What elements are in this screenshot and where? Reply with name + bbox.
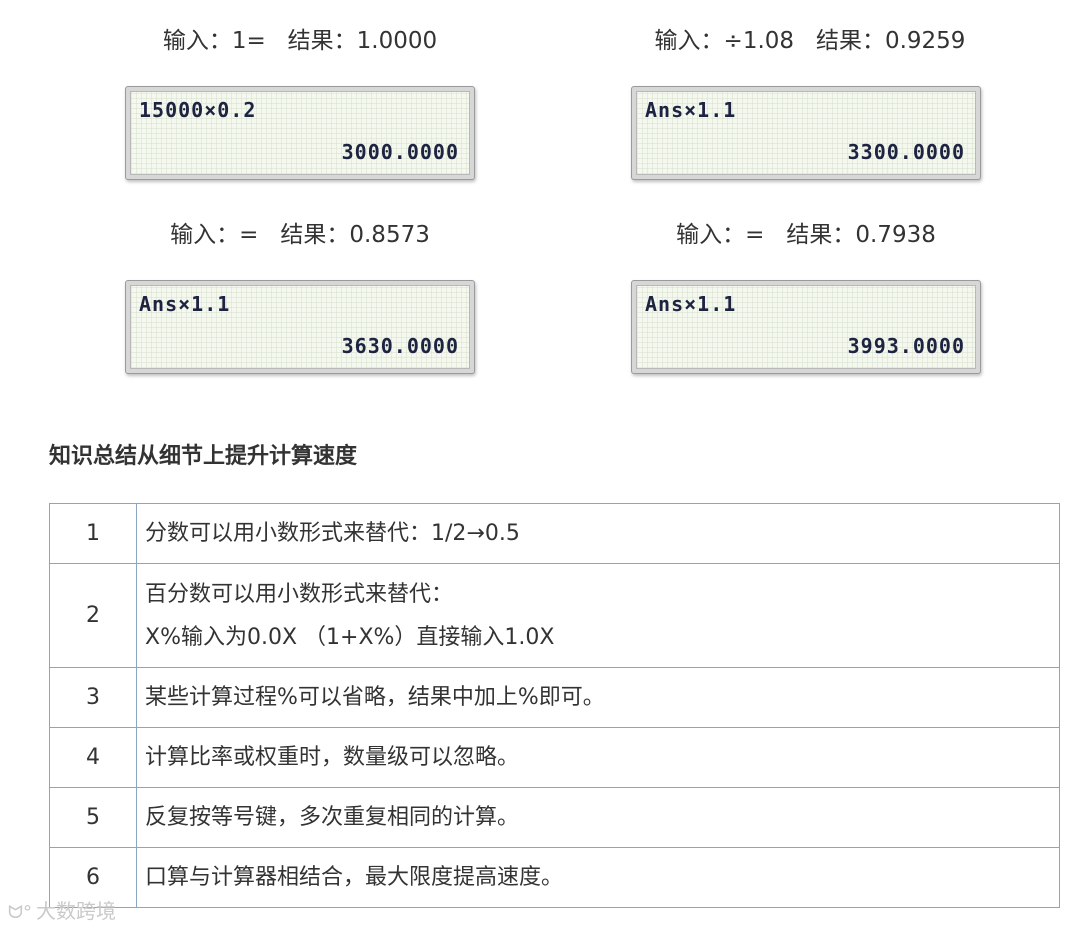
owl-logo-icon: ᗢ° — [8, 902, 32, 923]
row-number: 2 — [49, 563, 137, 668]
calc-result: 3630.0000 — [341, 334, 459, 358]
row-text: 计算比率或权重时，数量级可以忽略。 — [136, 727, 1060, 788]
calc-result: 3993.0000 — [847, 334, 965, 358]
table-row: 5 反复按等号键，多次重复相同的计算。 — [49, 787, 1060, 848]
row-text: 口算与计算器相结合，最大限度提高速度。 — [136, 847, 1060, 908]
calc-caption-4: 输入：= 结果：0.7938 — [676, 222, 936, 248]
calc-expression: Ans×1.1 — [645, 98, 737, 122]
row-text-line: 计算比率或权重时，数量级可以忽略。 — [145, 745, 520, 770]
tips-table: 1 分数可以用小数形式来替代：1/2→0.5 2 百分数可以用小数形式来替代： … — [49, 503, 1060, 908]
calculator-display-4: Ans×1.1 3993.0000 — [631, 280, 981, 374]
watermark: ᗢ° 大数跨境 — [8, 895, 116, 924]
row-text: 某些计算过程%可以省略，结果中加上%即可。 — [136, 667, 1060, 728]
row-text-line: 反复按等号键，多次重复相同的计算。 — [145, 805, 520, 830]
row-text: 百分数可以用小数形式来替代： X%输入为0.0X （1+X%）直接输入1.0X — [136, 563, 1060, 668]
row-text-line: 某些计算过程%可以省略，结果中加上%即可。 — [145, 685, 605, 710]
table-row: 4 计算比率或权重时，数量级可以忽略。 — [49, 727, 1060, 788]
calc-expression: Ans×1.1 — [139, 292, 231, 316]
row-text-line: 百分数可以用小数形式来替代： — [145, 581, 454, 607]
section-title: 知识总结从细节上提升计算速度 — [49, 444, 358, 469]
calc-result: 3000.0000 — [341, 140, 459, 164]
calc-caption-1: 输入：1= 结果：1.0000 — [162, 28, 438, 54]
calc-caption-3: 输入：= 结果：0.8573 — [170, 222, 430, 248]
table-row: 6 口算与计算器相结合，最大限度提高速度。 — [49, 847, 1060, 908]
row-number: 1 — [49, 503, 137, 564]
row-number: 5 — [49, 787, 137, 848]
row-text: 反复按等号键，多次重复相同的计算。 — [136, 787, 1060, 848]
row-number: 3 — [49, 667, 137, 728]
row-text-line: X%输入为0.0X （1+X%）直接输入1.0X — [145, 624, 555, 650]
calculator-display-1: 15000×0.2 3000.0000 — [125, 86, 475, 180]
table-row: 1 分数可以用小数形式来替代：1/2→0.5 — [49, 503, 1060, 564]
calc-expression: 15000×0.2 — [139, 98, 257, 122]
calculator-display-3: Ans×1.1 3630.0000 — [125, 280, 475, 374]
calc-result: 3300.0000 — [847, 140, 965, 164]
row-number: 4 — [49, 727, 137, 788]
calc-caption-2: 输入：÷1.08 结果：0.9259 — [654, 28, 966, 54]
calculator-display-2: Ans×1.1 3300.0000 — [631, 86, 981, 180]
calc-expression: Ans×1.1 — [645, 292, 737, 316]
row-text-line: 分数可以用小数形式来替代：1/2→0.5 — [145, 521, 520, 546]
row-text-line: 口算与计算器相结合，最大限度提高速度。 — [145, 865, 564, 890]
row-text: 分数可以用小数形式来替代：1/2→0.5 — [136, 503, 1060, 564]
table-row: 2 百分数可以用小数形式来替代： X%输入为0.0X （1+X%）直接输入1.0… — [49, 563, 1060, 668]
watermark-text: 大数跨境 — [35, 899, 116, 923]
table-row: 3 某些计算过程%可以省略，结果中加上%即可。 — [49, 667, 1060, 728]
